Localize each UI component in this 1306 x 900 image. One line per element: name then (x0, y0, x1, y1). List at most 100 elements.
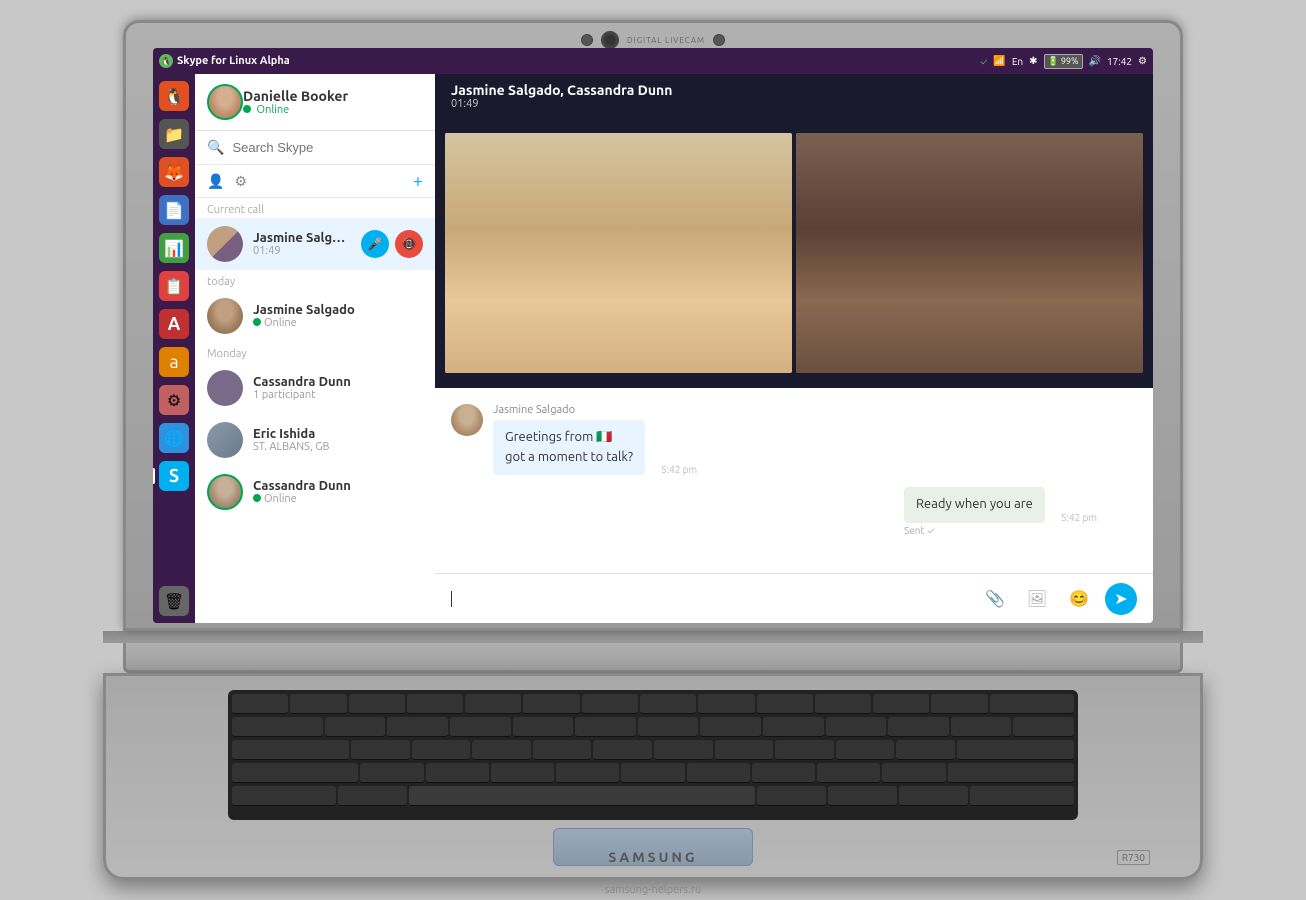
taskbar-settings-icon[interactable]: ⚙ (1138, 55, 1147, 67)
app-a-icon: A (159, 309, 189, 339)
key (951, 717, 1012, 737)
dock-item-ubuntu[interactable]: 🐧 (156, 78, 192, 114)
add-file-button[interactable]: 📎 (979, 583, 1011, 615)
jasmine-status: Online (253, 317, 423, 329)
taskbar-volume-icon: 🔊 (1089, 55, 1101, 67)
add-image-button[interactable]: 🖼 (1021, 583, 1053, 615)
video-area (435, 118, 1153, 388)
dock-item-a[interactable]: A (156, 306, 192, 342)
video-feed-cassandra (796, 133, 1143, 373)
eric-info: Eric Ishida ST. ALBANS, GB (253, 427, 423, 453)
call-title: Jasmine Salgado, Cassandra Dunn (451, 82, 672, 98)
end-call-button[interactable]: 📵 (395, 230, 423, 258)
key (698, 694, 754, 714)
cassandra2-status-dot (253, 494, 261, 502)
active-call-timer: 01:49 (253, 245, 351, 257)
key (757, 694, 813, 714)
taskbar-bluetooth-icon: ✱ (1029, 55, 1037, 67)
key (465, 694, 521, 714)
settings-icon[interactable]: ⚙ (234, 173, 247, 190)
emoji-button[interactable]: 😊 (1063, 583, 1095, 615)
key (232, 694, 288, 714)
key (472, 740, 531, 760)
taskbar-left: 🐧 Skype for Linux Alpha (159, 54, 290, 68)
key (828, 786, 897, 806)
ubuntu-taskbar-icon[interactable]: 🐧 (159, 54, 173, 68)
msg-content-jasmine: Jasmine Salgado Greetings from 🇮🇹got a m… (493, 404, 1137, 475)
chat-input-bar: 📎 🖼 😊 ➤ (435, 573, 1153, 623)
docs-icon: 📋 (159, 271, 189, 301)
key (715, 740, 774, 760)
msg-row-sent: Ready when you are 5:42 pm (904, 487, 1097, 523)
laptop-hinge (103, 631, 1203, 643)
key (896, 740, 955, 760)
dock-item-spreadsheet[interactable]: 📊 (156, 230, 192, 266)
chrome-icon: 🌐 (159, 423, 189, 453)
conversation-jasmine[interactable]: Jasmine Salgado Online (195, 290, 435, 342)
key-caps (232, 740, 349, 760)
status-dot-green (243, 105, 251, 113)
key-row-2 (232, 717, 1074, 737)
chat-input-field[interactable] (451, 591, 969, 607)
conversation-item-active-call[interactable]: Jasmine Salgado, Ca... 01:49 🎤 📵 (195, 218, 435, 270)
chat-area: Jasmine Salgado, Cassandra Dunn 01:49 (435, 74, 1153, 623)
ubuntu-logo-icon: 🐧 (159, 81, 189, 111)
cassandra-sub: 1 participant (253, 389, 423, 401)
key-tab (232, 717, 323, 737)
dock-item-docs[interactable]: 📋 (156, 268, 192, 304)
dock-item-chrome[interactable]: 🌐 (156, 420, 192, 456)
send-button[interactable]: ➤ (1105, 583, 1137, 615)
dock-item-amazon[interactable]: a (156, 344, 192, 380)
laptop-keyboard-section: SAMSUNG R730 (103, 673, 1203, 880)
dock-item-settings[interactable]: ⚙ (156, 382, 192, 418)
sent-check-icon: ✓ (927, 525, 934, 536)
call-timer: 01:49 (451, 98, 672, 110)
taskbar-wifi-icon: 📶 (993, 55, 1005, 67)
dock-item-texteditor[interactable]: 📄 (156, 192, 192, 228)
key (654, 740, 713, 760)
key (407, 694, 463, 714)
key (582, 694, 638, 714)
key (575, 717, 636, 737)
key (826, 717, 887, 737)
face-cassandra (796, 133, 1143, 373)
key (360, 763, 423, 783)
camera-label: DIGITAL LIVECAM (627, 36, 705, 45)
key-space (409, 786, 755, 806)
active-call-info: Jasmine Salgado, Ca... 01:49 (253, 231, 351, 257)
key-shift-r (948, 763, 1074, 783)
key (387, 717, 448, 737)
taskbar-lang: En (1012, 56, 1023, 67)
dock-item-skype[interactable]: S (156, 458, 192, 494)
key (491, 763, 554, 783)
model-badge: R730 (1117, 850, 1150, 865)
conversation-cassandra-dunn[interactable]: Cassandra Dunn 1 participant (195, 362, 435, 414)
amazon-icon: a (159, 347, 189, 377)
key (836, 740, 895, 760)
camera-indicator-left (581, 34, 593, 46)
dock-item-files[interactable]: 📁 (156, 116, 192, 152)
eric-avatar (207, 422, 243, 458)
contacts-icon[interactable]: 👤 (207, 173, 224, 190)
key (899, 786, 968, 806)
key (763, 717, 824, 737)
profile-info: Danielle Booker Online (243, 88, 348, 116)
key (325, 717, 386, 737)
skype-sidebar: Danielle Booker Online 🔍 (195, 74, 435, 623)
conversation-cassandra2[interactable]: Cassandra Dunn Online (195, 466, 435, 518)
key (775, 740, 834, 760)
dock-item-trash[interactable]: 🗑 (156, 583, 192, 619)
sidebar-toolbar: 👤 ⚙ + (195, 165, 435, 198)
taskbar-battery: 🔋 99% (1044, 54, 1083, 69)
search-bar[interactable]: 🔍 (195, 131, 435, 165)
search-input[interactable] (232, 140, 423, 155)
call-controls: 🎤 📵 (361, 230, 423, 258)
add-contact-button[interactable]: + (413, 171, 423, 191)
video-feed-jasmine (445, 133, 792, 373)
app-container: 🐧 📁 🦊 📄 📊 📋 (153, 74, 1153, 623)
msg-bubble-1: Greetings from 🇮🇹got a moment to talk? (493, 420, 645, 475)
mute-button[interactable]: 🎤 (361, 230, 389, 258)
conversation-eric-ishida[interactable]: Eric Ishida ST. ALBANS, GB (195, 414, 435, 466)
key (1013, 717, 1074, 737)
dock-item-firefox[interactable]: 🦊 (156, 154, 192, 190)
